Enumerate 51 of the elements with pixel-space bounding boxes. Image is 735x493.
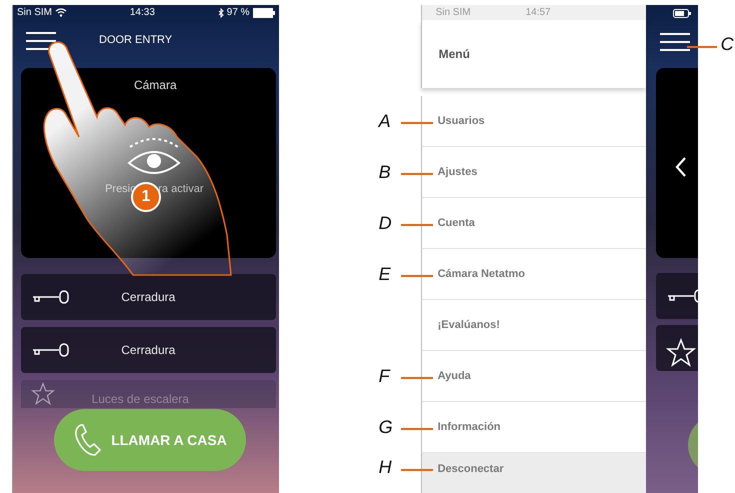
star-icon [31,382,55,406]
screen-title: DOOR ENTRY [99,34,172,46]
device-row[interactable] [656,273,698,319]
menu-item[interactable]: Ajustes [420,147,646,198]
leader-line [400,224,433,226]
back-icon[interactable] [674,156,687,178]
device-row[interactable]: Cerradura [21,274,276,320]
device-row[interactable] [656,325,698,371]
leader-line [400,469,433,471]
row-label: Cerradura [120,290,176,304]
menu-item[interactable]: Ayuda [420,351,646,402]
leader-line [400,376,433,378]
leader-line [400,274,433,276]
battery-icon [252,8,275,18]
carrier-text: Sin SIM [17,7,52,18]
callout-letter: G [378,417,393,438]
callout-letter: D [378,213,392,234]
battery-icon [672,9,691,18]
prompt-text: ra activar [158,183,204,195]
menu-item[interactable]: ¡Evalúanos! [420,300,646,351]
menu-icon[interactable] [25,30,57,52]
device-row[interactable]: Cerradura [21,327,276,373]
row-label: Cerradura [120,343,176,357]
callout-letter: E [378,264,391,285]
callout-letter: F [378,366,390,387]
callout-letter: A [378,111,391,132]
menu-item[interactable]: Cámara Netatmo [420,249,646,300]
camera-title: Cámara [132,78,177,92]
call-button[interactable]: LLAMAR A CASA [54,409,246,471]
phone-icon [73,423,104,457]
menu-item[interactable]: Usuarios [420,96,646,147]
star-icon [666,338,696,368]
callout-letter: C [720,34,734,55]
time-text: 14:33 [130,7,155,18]
wifi-icon [55,8,68,17]
leader-line [400,428,433,430]
callout-letter: H [378,457,392,478]
callout-letter: B [378,162,391,183]
carrier-text: Sin SIM [436,7,471,18]
menu-item[interactable]: Cuenta [420,198,646,249]
battery-text: 97 % [226,7,250,18]
menu-icon[interactable] [658,31,691,53]
row-label: Luces de escalera [90,392,190,406]
leader-line [686,46,717,48]
menu-title: Menú [438,47,470,61]
bluetooth-icon [218,8,224,18]
leader-line [400,172,433,174]
menu-item[interactable]: Información [420,402,646,453]
menu-item[interactable]: Desconectar [420,453,646,493]
leader-line [400,122,433,124]
time-text: 14:57 [526,7,551,18]
